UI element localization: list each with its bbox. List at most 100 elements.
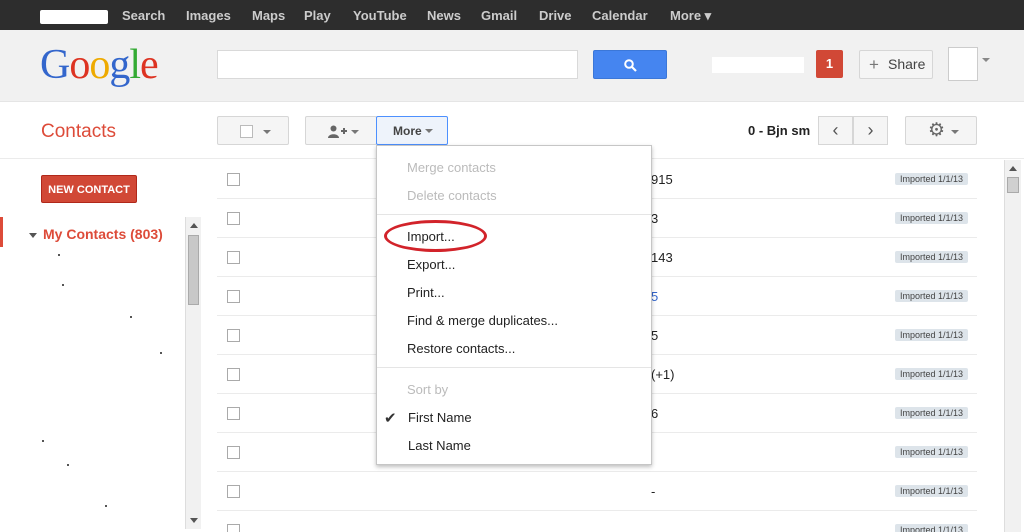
- settings-button[interactable]: ⚙: [905, 116, 977, 145]
- nav-maps[interactable]: Maps: [252, 8, 285, 23]
- redacted-sidebar-item[interactable]: [42, 440, 44, 442]
- add-to-group-button[interactable]: [305, 116, 377, 145]
- menu-item-merge-contacts: Merge contacts: [407, 160, 496, 175]
- add-person-icon: [328, 125, 347, 138]
- checkmark-icon: ✔: [384, 410, 397, 427]
- contacts-app: Search Images Maps Play YouTube News Gma…: [0, 0, 1024, 532]
- redacted-user-name: [40, 10, 108, 24]
- previous-page-button[interactable]: ‹: [818, 116, 853, 145]
- my-contacts-label: My Contacts (803): [43, 226, 163, 242]
- imported-badge: Imported 1/1/13: [895, 251, 969, 263]
- contact-name[interactable]: 5: [651, 289, 658, 304]
- notifications-badge[interactable]: 1: [816, 50, 843, 78]
- chevron-down-icon: [263, 130, 271, 134]
- contact-name[interactable]: 915: [651, 172, 673, 187]
- contact-name[interactable]: 3: [651, 211, 658, 226]
- table-row[interactable]: Imported 1/1/13: [217, 511, 977, 532]
- next-page-button[interactable]: ›: [853, 116, 888, 145]
- header: Google 1 + Share: [0, 30, 1024, 102]
- search-button[interactable]: [593, 50, 667, 79]
- scroll-up-icon[interactable]: [1009, 166, 1017, 171]
- scroll-down-icon[interactable]: [190, 518, 198, 523]
- imported-badge: Imported 1/1/13: [895, 524, 969, 532]
- nav-more[interactable]: More ▾: [670, 8, 711, 24]
- row-checkbox[interactable]: [227, 485, 240, 498]
- contact-name[interactable]: 143: [651, 250, 673, 265]
- checkbox-icon: [240, 125, 253, 138]
- chevron-down-icon: [351, 130, 359, 134]
- share-button[interactable]: + Share: [859, 50, 933, 79]
- more-actions-button[interactable]: More: [376, 116, 448, 145]
- search-icon: [624, 59, 637, 72]
- scroll-thumb[interactable]: [188, 235, 199, 305]
- plus-icon: +: [869, 55, 879, 74]
- share-label: Share: [888, 56, 926, 72]
- gear-icon: ⚙: [928, 120, 946, 141]
- row-checkbox[interactable]: [227, 212, 240, 225]
- imported-badge: Imported 1/1/13: [895, 407, 969, 419]
- redacted-sidebar-item[interactable]: [105, 505, 107, 507]
- redacted-sidebar-item[interactable]: [62, 284, 64, 286]
- sidebar-scrollbar[interactable]: [185, 217, 201, 529]
- row-checkbox[interactable]: [227, 290, 240, 303]
- row-checkbox[interactable]: [227, 446, 240, 459]
- imported-badge: Imported 1/1/13: [895, 329, 969, 341]
- chevron-down-icon[interactable]: [982, 58, 990, 62]
- main-scrollbar[interactable]: [1004, 160, 1021, 532]
- redacted-account-name: [712, 57, 804, 73]
- menu-item-restore-contacts[interactable]: Restore contacts...: [407, 341, 515, 356]
- nav-images[interactable]: Images: [186, 8, 231, 23]
- chevron-left-icon: ‹: [832, 120, 839, 140]
- contact-name[interactable]: 6: [651, 406, 658, 421]
- imported-badge: Imported 1/1/13: [895, 485, 969, 497]
- imported-badge: Imported 1/1/13: [895, 212, 969, 224]
- nav-search[interactable]: Search: [122, 8, 165, 23]
- menu-item-print[interactable]: Print...: [407, 285, 445, 300]
- nav-youtube[interactable]: YouTube: [353, 8, 407, 23]
- menu-item-export[interactable]: Export...: [407, 257, 455, 272]
- select-all-button[interactable]: [217, 116, 289, 145]
- google-top-bar: Search Images Maps Play YouTube News Gma…: [0, 0, 1024, 30]
- menu-item-sort-last-name[interactable]: Last Name: [408, 438, 471, 453]
- avatar[interactable]: [948, 47, 978, 81]
- new-contact-button[interactable]: NEW CONTACT: [41, 175, 137, 203]
- page-range: 0 - Bjn sm: [748, 123, 811, 138]
- row-checkbox[interactable]: [227, 407, 240, 420]
- nav-calendar[interactable]: Calendar: [592, 8, 648, 23]
- table-row[interactable]: - Imported 1/1/13: [217, 472, 977, 511]
- more-label: More: [393, 124, 422, 138]
- redacted-sidebar-item[interactable]: [130, 316, 132, 318]
- row-checkbox[interactable]: [227, 251, 240, 264]
- redacted-sidebar-item[interactable]: [160, 352, 162, 354]
- contact-name[interactable]: (+1): [651, 367, 674, 382]
- contact-name[interactable]: 5: [651, 328, 658, 343]
- expand-triangle-icon: [29, 232, 37, 238]
- sidebar-item-my-contacts[interactable]: My Contacts (803): [29, 226, 163, 242]
- imported-badge: Imported 1/1/13: [895, 446, 969, 458]
- redacted-sidebar-item[interactable]: [58, 254, 60, 256]
- scroll-thumb[interactable]: [1007, 177, 1019, 193]
- search-input[interactable]: [217, 50, 578, 79]
- menu-heading-sort-by: Sort by: [407, 382, 449, 397]
- menu-item-delete-contacts: Delete contacts: [407, 188, 497, 203]
- nav-gmail[interactable]: Gmail: [481, 8, 517, 23]
- nav-drive[interactable]: Drive: [539, 8, 572, 23]
- redacted-sidebar-item[interactable]: [67, 464, 69, 466]
- google-logo[interactable]: Google: [40, 43, 159, 87]
- row-checkbox[interactable]: [227, 368, 240, 381]
- imported-badge: Imported 1/1/13: [895, 368, 969, 380]
- nav-news[interactable]: News: [427, 8, 461, 23]
- scroll-up-icon[interactable]: [190, 223, 198, 228]
- row-checkbox[interactable]: [227, 329, 240, 342]
- row-checkbox[interactable]: [227, 524, 240, 532]
- chevron-down-icon: [951, 130, 959, 134]
- page-title[interactable]: Contacts: [41, 121, 116, 143]
- contact-name[interactable]: -: [651, 484, 655, 499]
- row-checkbox[interactable]: [227, 173, 240, 186]
- menu-item-sort-first-name[interactable]: First Name: [408, 410, 472, 425]
- selected-indicator: [0, 217, 3, 247]
- menu-item-find-merge-duplicates[interactable]: Find & merge duplicates...: [407, 313, 558, 328]
- nav-play[interactable]: Play: [304, 8, 331, 23]
- menu-item-import[interactable]: Import...: [407, 229, 455, 244]
- imported-badge: Imported 1/1/13: [895, 290, 969, 302]
